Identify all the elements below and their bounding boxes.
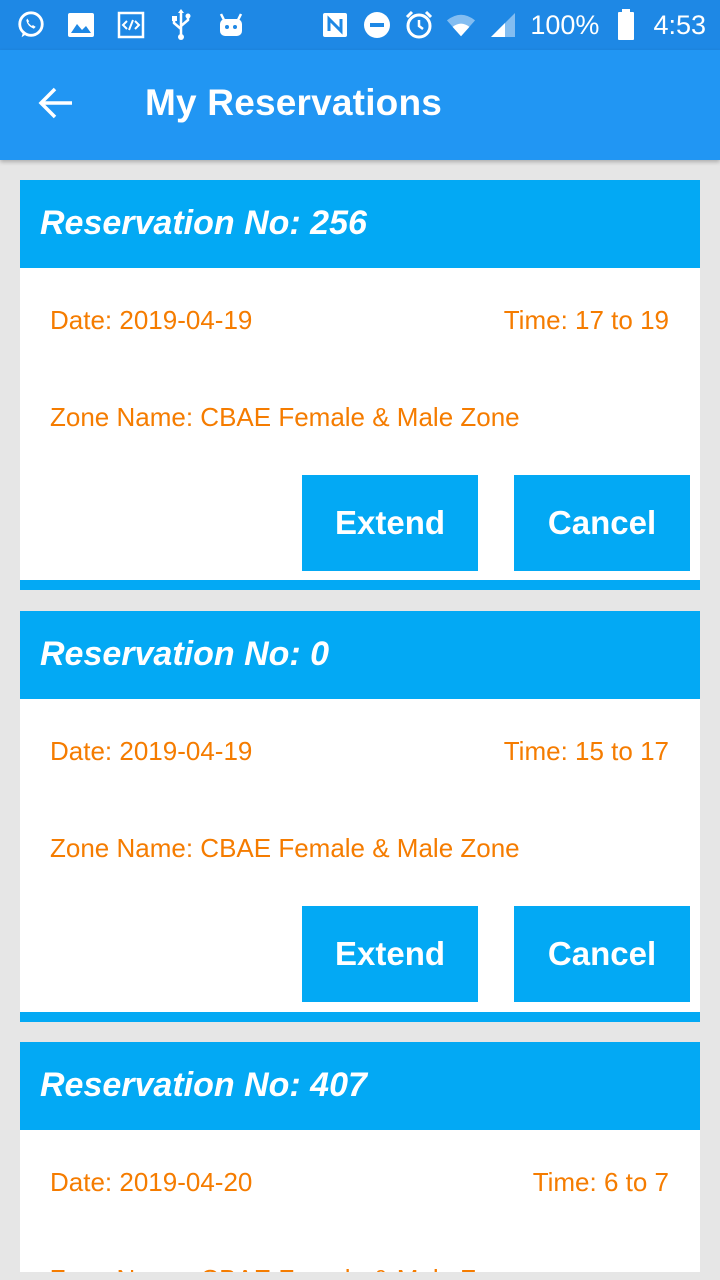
image-icon	[66, 10, 96, 40]
card-header: Reservation No: 0	[20, 611, 700, 699]
extend-button[interactable]: Extend	[302, 475, 478, 571]
reservation-card: Reservation No: 407 Date: 2019-04-20 Tim…	[20, 1042, 700, 1272]
reservation-zone: Zone Name: CBAE Female & Male Zone	[50, 833, 520, 863]
reservation-time: Time: 15 to 17	[503, 736, 669, 766]
battery-icon	[611, 9, 641, 40]
alarm-icon	[404, 10, 434, 40]
reservation-number: Reservation No: 0	[40, 635, 330, 673]
reservation-date: Date: 2019-04-20	[50, 1167, 253, 1197]
reservation-date: Date: 2019-04-19	[50, 305, 253, 335]
code-icon	[116, 10, 146, 40]
reservation-zone: Zone Name: CBAE Female & Male Zone	[50, 1264, 520, 1272]
cancel-button[interactable]: Cancel	[514, 906, 690, 1002]
do-not-disturb-icon	[362, 10, 392, 40]
signal-icon	[488, 10, 518, 40]
battery-percent: 100%	[530, 9, 600, 40]
reservation-time: Time: 6 to 7	[532, 1167, 669, 1197]
card-header: Reservation No: 407	[20, 1042, 700, 1130]
reservation-number: Reservation No: 256	[40, 204, 367, 242]
reservation-card: Reservation No: 256 Date: 2019-04-19 Tim…	[20, 180, 700, 590]
reservation-zone: Zone Name: CBAE Female & Male Zone	[50, 402, 520, 432]
reservation-card: Reservation No: 0 Date: 2019-04-19 Time:…	[20, 611, 700, 1022]
cancel-button[interactable]: Cancel	[514, 475, 690, 571]
clock: 4:53	[653, 9, 706, 40]
wifi-icon	[446, 10, 476, 40]
page-title: My Reservations	[145, 82, 443, 123]
app-bar: My Reservations	[0, 50, 720, 160]
whatsapp-icon	[16, 10, 46, 40]
reservation-date: Date: 2019-04-19	[50, 736, 253, 766]
status-bar-system: 100% 4:53	[320, 7, 706, 43]
extend-button[interactable]: Extend	[302, 906, 478, 1002]
card-header: Reservation No: 256	[20, 180, 700, 268]
arrow-back-icon	[38, 85, 74, 126]
status-bar-notifications	[16, 7, 246, 43]
back-button[interactable]	[28, 80, 84, 130]
android-icon	[216, 10, 246, 40]
nfc-icon	[320, 10, 350, 40]
usb-icon	[166, 9, 196, 40]
card-divider	[20, 580, 700, 590]
status-bar: 100% 4:53	[0, 0, 720, 50]
card-divider	[20, 1012, 700, 1022]
reservation-time: Time: 17 to 19	[503, 305, 669, 335]
reservation-number: Reservation No: 407	[40, 1066, 367, 1104]
